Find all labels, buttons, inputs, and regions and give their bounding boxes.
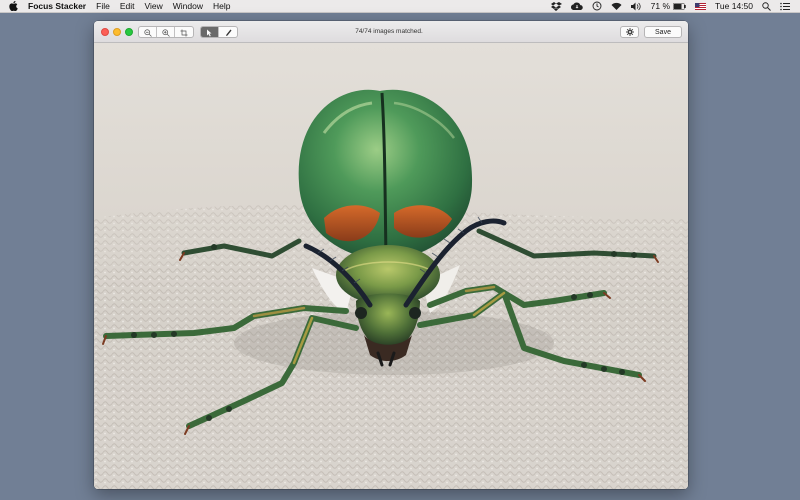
volume-icon[interactable]	[630, 2, 642, 11]
apple-menu-icon[interactable]	[9, 1, 20, 12]
flag-icon[interactable]	[695, 2, 707, 10]
match-status: 74/74 images matched.	[355, 28, 423, 35]
zoom-controls	[138, 26, 194, 38]
zoom-out-button[interactable]	[139, 27, 157, 37]
save-button[interactable]: Save	[644, 26, 682, 38]
image-canvas[interactable]	[94, 43, 688, 489]
search-icon[interactable]	[762, 1, 771, 11]
menu-window[interactable]: Window	[173, 1, 203, 11]
clock[interactable]: Tue 14:50	[715, 1, 753, 11]
dropbox-icon[interactable]	[550, 1, 562, 11]
menu-edit[interactable]: Edit	[120, 1, 135, 11]
time-machine-icon[interactable]	[592, 1, 602, 11]
gear-icon	[625, 28, 634, 36]
menu-file[interactable]: File	[96, 1, 110, 11]
crop-button[interactable]	[175, 27, 193, 37]
zoom-out-icon	[143, 28, 152, 37]
minimize-button[interactable]	[113, 28, 121, 36]
brush-tool-button[interactable]	[219, 27, 237, 37]
beetle-image	[94, 43, 688, 489]
brush-icon	[226, 29, 232, 36]
close-button[interactable]	[101, 28, 109, 36]
battery-icon[interactable]	[673, 2, 686, 10]
settings-button[interactable]	[620, 26, 639, 38]
zoom-button[interactable]	[125, 28, 133, 36]
edit-tools	[200, 26, 238, 38]
zoom-in-icon	[161, 28, 170, 37]
menu-view[interactable]: View	[144, 1, 162, 11]
list-icon[interactable]	[780, 2, 790, 11]
menu-help[interactable]: Help	[213, 1, 230, 11]
pointer-tool-button[interactable]	[201, 27, 219, 37]
wifi-icon[interactable]	[611, 2, 622, 11]
app-menu[interactable]: Focus Stacker	[28, 1, 86, 11]
toolbar: 74/74 images matched. Save	[94, 21, 688, 43]
cloud-icon[interactable]	[570, 2, 583, 11]
zoom-in-button[interactable]	[157, 27, 175, 37]
menu-bar: Focus Stacker File Edit View Window Help…	[0, 0, 800, 13]
pointer-icon	[207, 29, 212, 36]
status-area: 71 % Tue 14:50	[542, 1, 790, 11]
battery-percent[interactable]: 71 %	[651, 1, 670, 11]
main-window: 74/74 images matched. Save	[94, 21, 688, 489]
crop-icon	[180, 29, 188, 36]
